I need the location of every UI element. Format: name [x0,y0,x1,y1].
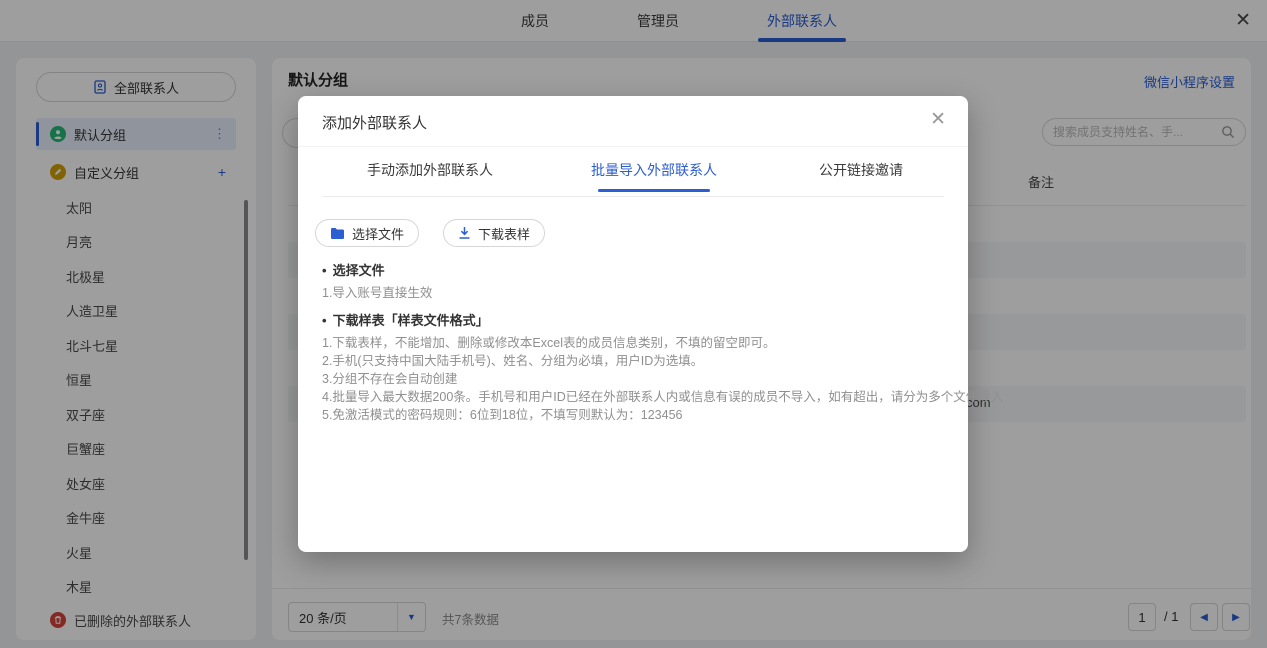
download-template-label: 下载表样 [478,224,530,243]
tab-manual-add[interactable]: 手动添加外部联系人 [367,160,493,180]
download-template-button[interactable]: 下载表样 [443,219,545,247]
add-external-contact-dialog: 添加外部联系人 ✕ 手动添加外部联系人 批量导入外部联系人 公开链接邀请 选择文… [298,96,968,552]
instruction-line: 1.导入账号直接生效 [322,282,432,301]
dialog-header-divider [298,146,968,147]
instruction-line: 1.下载表样，不能增加、删除或修改本Excel表的成员信息类别，不填的留空即可。 [322,332,776,351]
instruction-line: 5.免激活模式的密码规则：6位到18位，不填写则默认为：123456 [322,404,683,423]
choose-file-label: 选择文件 [352,224,404,243]
bullet-icon: • [322,263,327,278]
download-icon [458,226,471,240]
dialog-close-icon[interactable]: ✕ [930,108,946,131]
section-download-template-heading-text: 下载样表「样表文件格式」 [333,313,489,328]
tab-public-link-invite[interactable]: 公开链接邀请 [819,160,903,180]
dialog-title: 添加外部联系人 [322,112,427,133]
section-download-template-heading: • 下载样表「样表文件格式」 [322,310,489,329]
bullet-icon: • [322,313,327,328]
instruction-line: 2.手机(只支持中国大陆手机号)、姓名、分组为必填，用户ID为选填。 [322,350,703,369]
active-tab-underline [598,189,710,192]
folder-icon [330,227,345,240]
section-choose-file-heading-text: 选择文件 [333,263,385,278]
choose-file-button[interactable]: 选择文件 [315,219,419,247]
instruction-line: 3.分组不存在会自动创建 [322,368,457,387]
instruction-line: 4.批量导入最大数据200条。手机号和用户ID已经在外部联系人内或信息有误的成员… [322,386,1003,405]
tabs-divider [322,196,944,197]
section-choose-file-heading: • 选择文件 [322,260,385,279]
tab-batch-import[interactable]: 批量导入外部联系人 [591,160,717,180]
